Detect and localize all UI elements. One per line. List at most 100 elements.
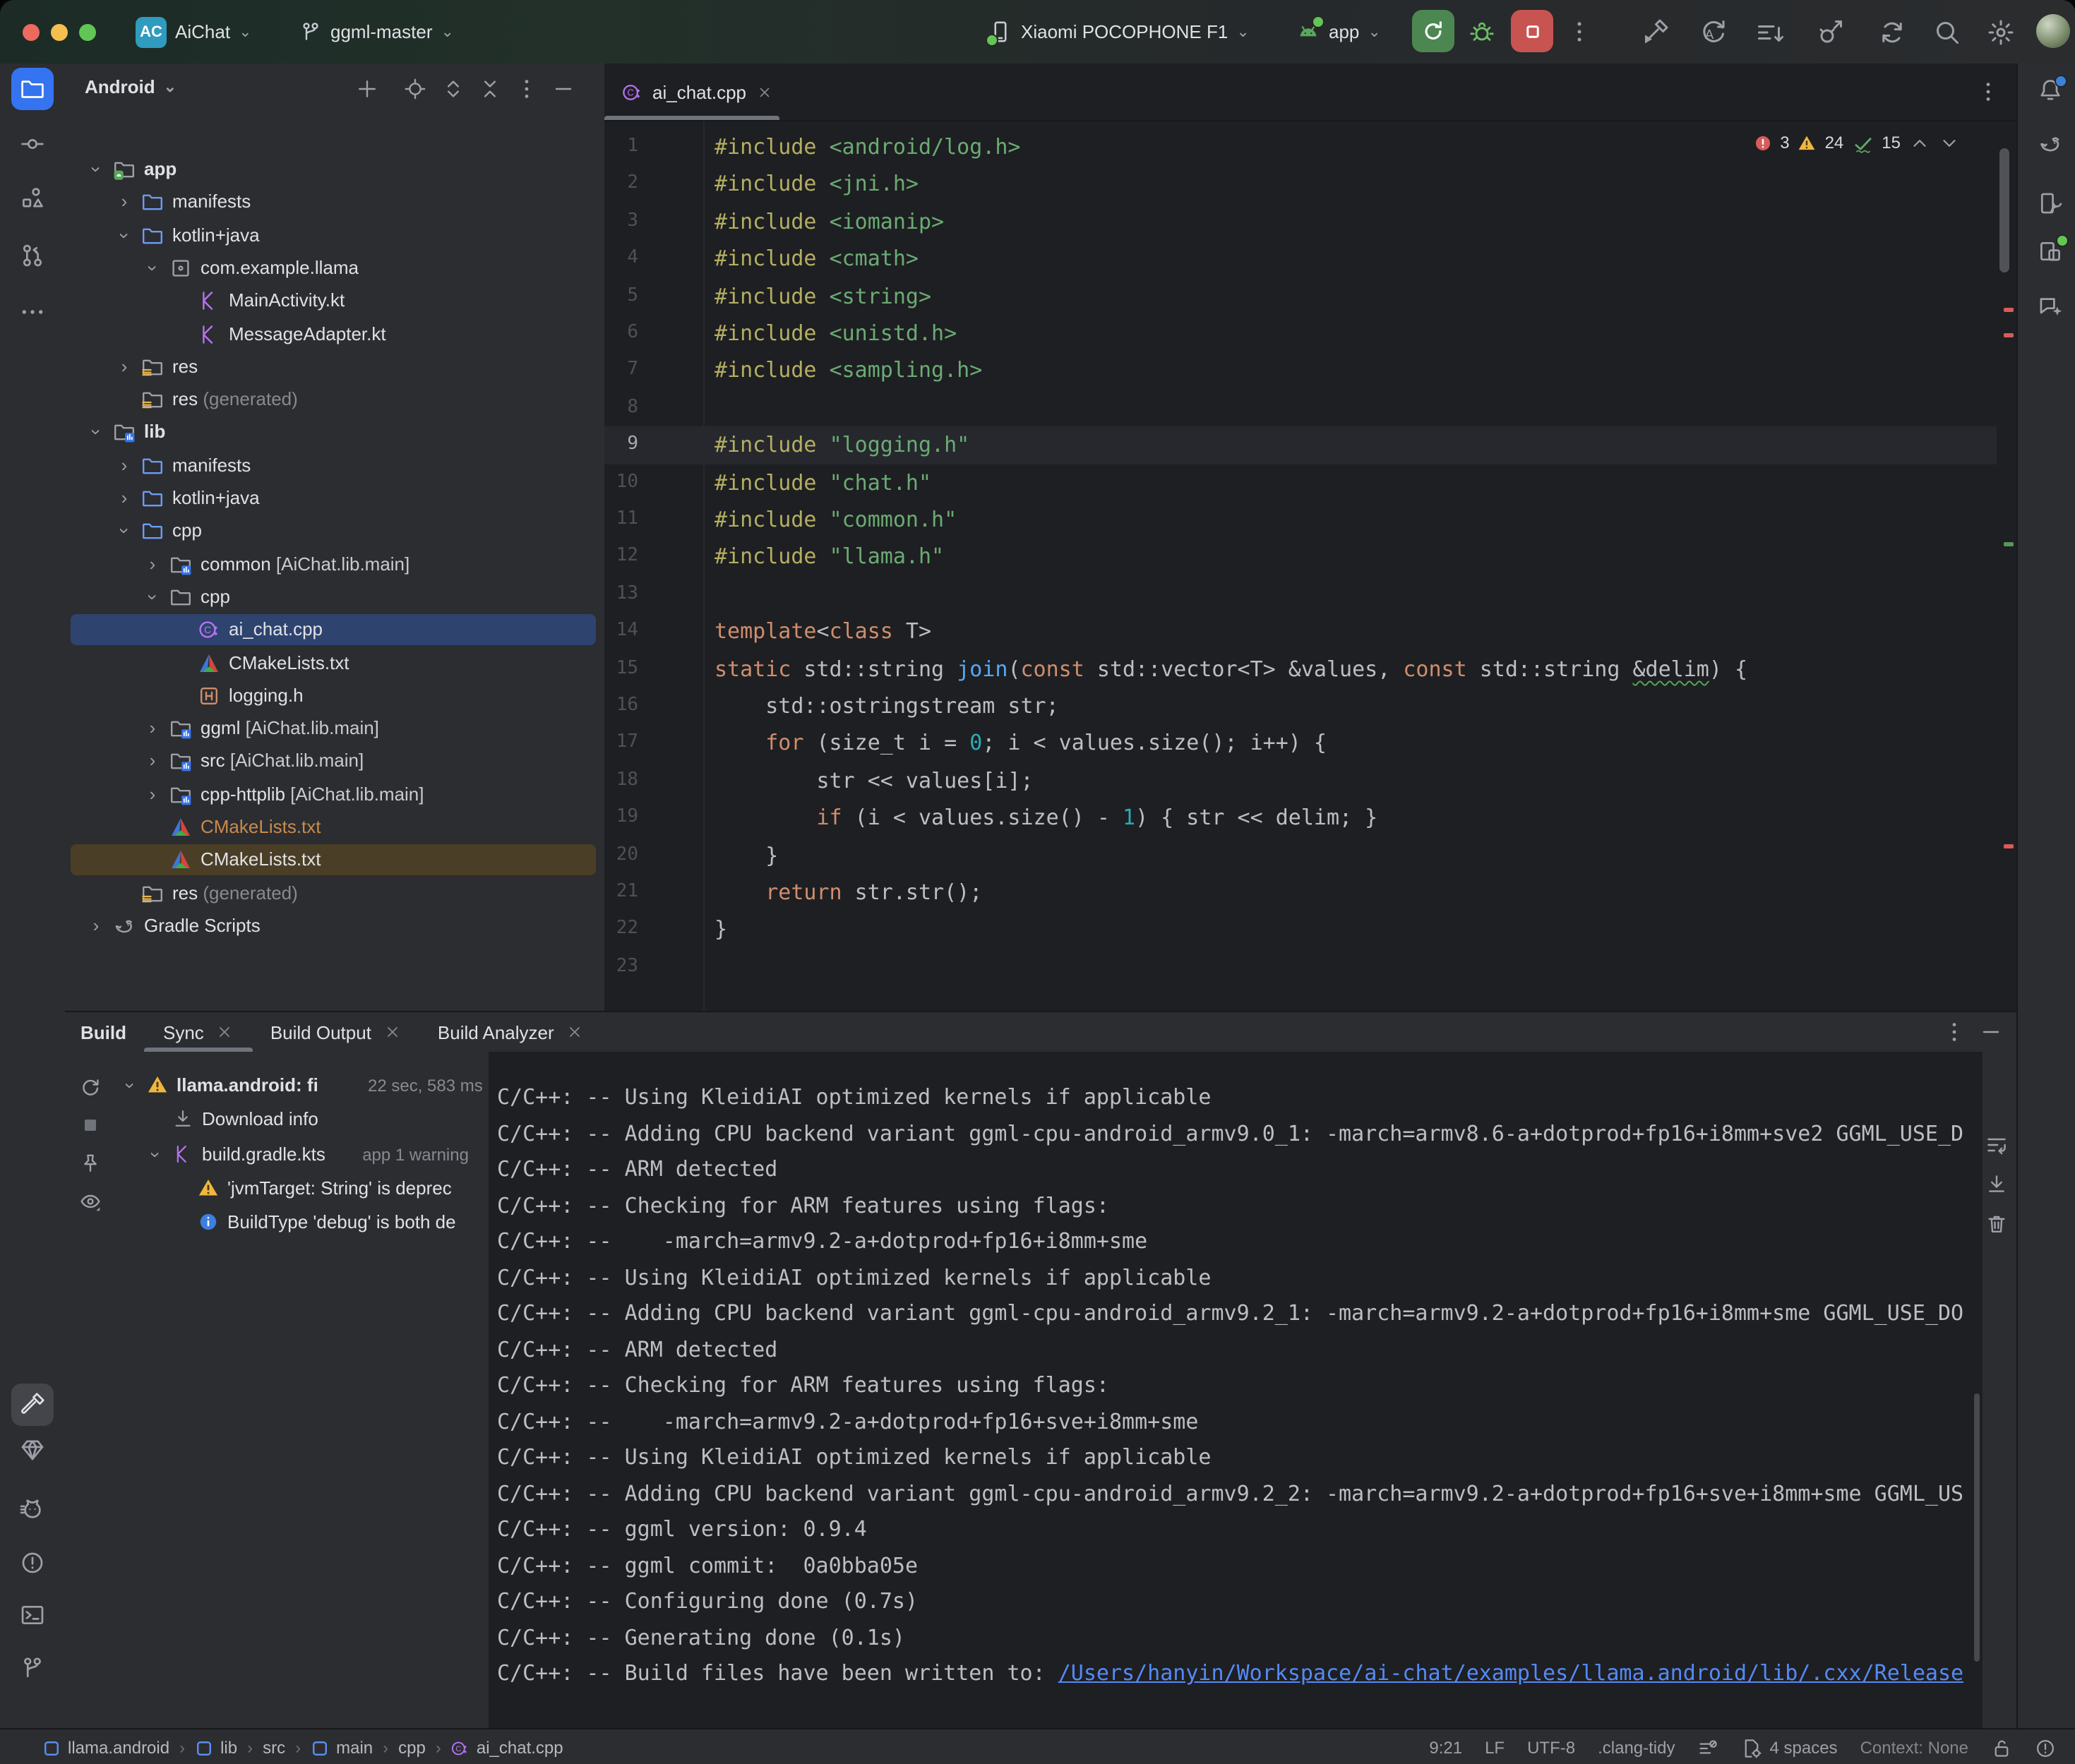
build-console[interactable]: C/C++: -- Using KleidiAI optimized kerne… [489,1052,1983,1729]
build-tree-item[interactable]: 'jvmTarget: String' is deprec [121,1173,489,1204]
build-tree-item[interactable]: Download info [121,1104,489,1135]
change-stripe-mark[interactable] [2004,542,2014,546]
tree-item-com-example-llama[interactable]: ›com.example.llama [65,253,604,284]
hide-panel-icon[interactable] [552,78,575,100]
pull-requests-tool-button[interactable] [20,243,45,268]
settings-button[interactable] [1987,18,2015,47]
code-line[interactable]: if (i < values.size() - 1) { str << deli… [714,799,1377,836]
breadcrumb-item[interactable]: llama.android [42,1738,169,1758]
debug-button[interactable] [1469,18,1495,45]
terminal-button[interactable] [20,1602,45,1628]
previous-issue-icon[interactable] [1909,132,1930,153]
close-icon[interactable] [217,1024,234,1040]
indent-config[interactable]: 4 spaces [1742,1737,1838,1758]
code-line[interactable]: #include "chat.h" [714,464,931,501]
chevron-collapsed-icon[interactable]: › [116,450,133,481]
vcs-branch-widget[interactable]: ggml-master ⌄ [299,0,454,64]
scroll-to-end-icon[interactable] [1985,1173,2008,1196]
code-line[interactable]: #include <string> [714,277,931,315]
build-hammer-button[interactable] [1641,18,1669,47]
tree-item-cpp[interactable]: ›cpp [65,582,604,613]
run-more-options-button[interactable] [1567,20,1591,44]
apply-changes-button[interactable]: A [1699,18,1727,47]
structure-tool-button[interactable] [20,185,45,210]
editor-tab[interactable]: C ai_chat.cpp [604,64,789,120]
file-encoding[interactable]: UTF-8 [1527,1738,1575,1758]
chevron-expanded-icon[interactable]: › [80,161,112,178]
code-line[interactable]: #include <unistd.h> [714,315,957,352]
clang-tidy-status[interactable]: .clang-tidy [1598,1738,1675,1758]
code-line[interactable]: #include <sampling.h> [714,352,982,390]
build-tree-item[interactable]: BuildType 'debug' is both de [121,1207,489,1238]
tree-item-res[interactable]: res (generated) [65,877,604,908]
chevron-collapsed-icon[interactable]: › [116,483,133,514]
profiler-button[interactable] [1755,18,1783,47]
breadcrumb-item[interactable]: src [263,1738,285,1758]
chevron-collapsed-icon[interactable]: › [144,779,161,810]
chevron-expanded-icon[interactable]: › [109,523,140,540]
attach-debugger-button[interactable] [1816,18,1844,47]
tree-item-res[interactable]: ›res [65,352,604,383]
chevron-collapsed-icon[interactable]: › [116,352,133,383]
gradle-tool-button[interactable] [2038,131,2063,157]
search-everywhere-button[interactable] [1933,18,1961,47]
locate-file-icon[interactable] [404,78,426,100]
formatter-icon[interactable] [1698,1737,1719,1758]
tree-item-cmakelists-txt[interactable]: CMakeLists.txt [65,647,604,678]
gemini-button[interactable] [2038,294,2063,319]
breadcrumb[interactable]: llama.android›lib›src›main›cpp›Cai_chat.… [42,1729,563,1764]
chevron-expanded-icon[interactable]: › [109,227,140,244]
tree-item-lib[interactable]: ›lib [65,417,604,448]
problems-button[interactable] [20,1550,45,1576]
chevron-expanded-icon[interactable]: › [80,424,112,441]
commit-tool-button[interactable] [20,131,45,157]
inspections-widget[interactable]: 3 24 15 [1753,128,1960,157]
tree-item-manifests[interactable]: ›manifests [65,450,604,481]
version-control-button[interactable] [20,1656,45,1681]
more-tools-button[interactable] [20,299,45,325]
close-tab-icon[interactable] [756,84,772,100]
code-line[interactable]: static std::string join(const std::vecto… [714,650,1747,688]
close-icon[interactable] [567,1024,584,1040]
tree-item-cpp[interactable]: ›cpp [65,516,604,547]
tree-item-gradle-scripts[interactable]: ›Gradle Scripts [65,911,604,942]
tree-item-cmakelists-txt[interactable]: CMakeLists.txt [65,812,604,843]
breadcrumb-item[interactable]: lib [195,1738,237,1758]
tree-item-ggml[interactable]: ›ggml [AiChat.lib.main] [65,713,604,744]
zoom-window-button[interactable] [79,23,96,40]
tab-build-analyzer[interactable]: Build Analyzer [438,1012,584,1052]
tab-build-output[interactable]: Build Output [270,1012,401,1052]
minimize-window-button[interactable] [51,23,68,40]
code-line[interactable]: template<class T> [714,613,931,650]
editor-options-icon[interactable] [1977,80,1999,103]
tree-item-res[interactable]: res (generated) [65,384,604,415]
tree-item-cpp-httplib[interactable]: ›cpp-httplib [AiChat.lib.main] [65,779,604,810]
tree-item-kotlin-java[interactable]: ›kotlin+java [65,483,604,514]
stop-button[interactable] [1511,10,1553,52]
hide-build-panel-icon[interactable] [1980,1021,2002,1043]
editor-scrollbar-thumb[interactable] [1999,148,2009,272]
code-line[interactable]: #include "common.h" [714,501,957,539]
build-options-icon[interactable] [1943,1021,1966,1043]
avatar[interactable] [2036,14,2070,48]
build-tree-item[interactable]: ›build.gradle.ktsapp 1 warning [121,1139,489,1170]
panel-options-icon[interactable] [515,78,538,100]
line-ending[interactable]: LF [1485,1738,1505,1758]
project-tool-button[interactable] [11,68,54,110]
build-tree-item[interactable]: ›llama.android: fi22 sec, 583 ms [121,1070,489,1101]
logcat-button[interactable] [20,1496,45,1522]
console-link[interactable]: /Users/hanyin/Workspace/ai-chat/examples… [1058,1660,1963,1686]
next-issue-icon[interactable] [1939,132,1960,153]
tree-item-app[interactable]: ›app [65,154,604,185]
app-quality-insights-button[interactable] [20,1437,45,1463]
add-icon[interactable] [356,78,378,100]
collapse-all-icon[interactable] [479,78,501,100]
chevron-collapsed-icon[interactable]: › [88,911,104,942]
breadcrumb-item[interactable]: main [311,1738,373,1758]
code-line[interactable]: } [714,911,727,949]
code-line[interactable]: #include <cmath> [714,240,919,277]
project-view-selector[interactable]: Android ⌄ [85,76,177,97]
context-indicator[interactable]: Context: None [1860,1738,1968,1758]
status-error-icon[interactable] [2035,1737,2056,1758]
code-line[interactable]: #include "llama.h" [714,539,944,576]
